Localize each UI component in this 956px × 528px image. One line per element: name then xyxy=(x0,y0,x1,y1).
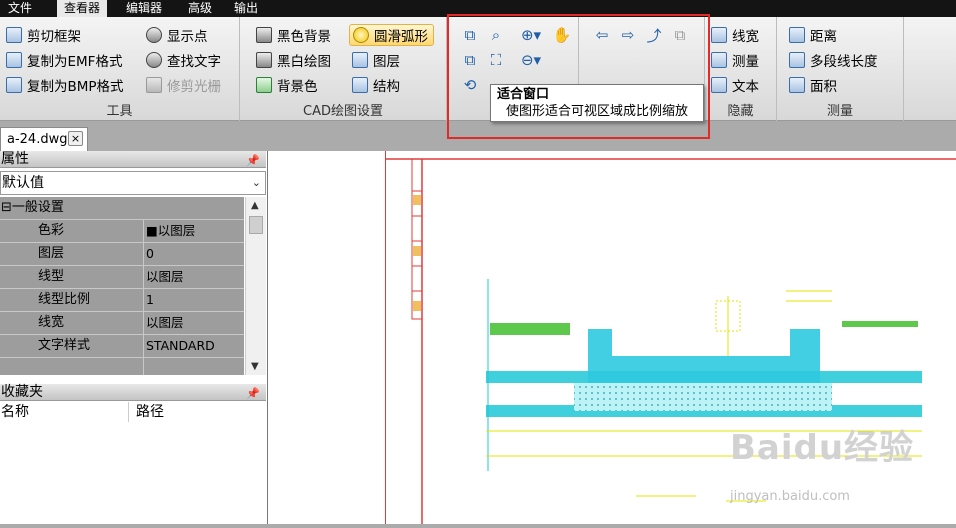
scroll-thumb[interactable] xyxy=(249,216,263,234)
black-background-button[interactable]: 黑色背景 xyxy=(256,24,331,46)
tab-advanced[interactable]: 高级 xyxy=(181,0,219,17)
tooltip: 适合窗口 使图形适合可视区域成比例缩放 xyxy=(490,84,704,122)
copy-emf-button[interactable]: 复制为EMF格式 xyxy=(6,49,122,71)
bmp-icon xyxy=(6,77,22,93)
left-panel: 属性 📌 默认值 ⌄ ⊟一般设置 色彩 ■以图层 图层 0 线型 以图层 线型比例 1 … xyxy=(0,151,268,524)
layers-icon xyxy=(352,52,368,68)
measure-toggle-icon xyxy=(711,52,727,68)
section-general[interactable]: ⊟一般设置 xyxy=(0,197,244,220)
group-tools-label: 工具 xyxy=(106,104,133,119)
line-width-icon xyxy=(711,27,727,43)
watermark-url: jingyan.baidu.com xyxy=(730,489,850,504)
structure-icon xyxy=(352,77,368,93)
distance-button[interactable]: 距离 xyxy=(789,24,837,46)
layers-button[interactable]: 图层 xyxy=(352,49,400,71)
structure-button[interactable]: 结构 xyxy=(352,74,400,96)
area-icon xyxy=(789,77,805,93)
show-points-button[interactable]: 显示点 xyxy=(146,24,208,46)
trim-raster-icon xyxy=(146,77,162,93)
copy-view-icon[interactable]: ⧉ xyxy=(669,24,691,46)
properties-scrollbar[interactable]: ▲ ▼ xyxy=(245,197,266,375)
line-width-button[interactable]: 线宽 xyxy=(711,24,759,46)
menu-bar: 文件 查看器 编辑器 高级 输出 xyxy=(0,0,956,17)
find-text-icon xyxy=(146,52,162,68)
text-toggle-button[interactable]: 文本 xyxy=(711,74,759,96)
black-white-button[interactable]: 黑白绘图 xyxy=(256,49,331,71)
table-row[interactable]: 图层 0 xyxy=(0,243,244,266)
tooltip-title: 适合窗口 xyxy=(497,87,550,102)
background-color-icon xyxy=(256,77,272,93)
zoom-out-dropdown-icon[interactable]: ⊖▾ xyxy=(515,49,547,71)
ribbon: 剪切框架 复制为EMF格式 复制为BMP格式 显示点 查找文字 修剪光栅 工具 … xyxy=(0,17,956,121)
group-cad-label: CAD绘图设置 xyxy=(303,104,383,119)
black-white-icon xyxy=(256,52,272,68)
emf-icon xyxy=(6,52,22,68)
copy-bmp-button[interactable]: 复制为BMP格式 xyxy=(6,74,124,96)
tab-editor[interactable]: 编辑器 xyxy=(119,0,169,17)
favorites-header: 名称 路径 xyxy=(0,402,266,422)
group-hidden-label: 隐藏 xyxy=(727,104,754,119)
group-measure-label: 测量 xyxy=(826,104,853,119)
column-name[interactable]: 名称 xyxy=(1,402,29,422)
text-toggle-icon xyxy=(711,77,727,93)
close-tab-icon[interactable]: × xyxy=(68,131,83,146)
table-row[interactable]: 文字样式 STANDARD xyxy=(0,335,244,358)
table-row[interactable]: 线型比例 1 xyxy=(0,289,244,312)
group-cad-settings: 黑色背景 黑白绘图 背景色 圆滑弧形 图层 结构 CAD绘图设置 xyxy=(240,17,447,121)
tab-output[interactable]: 输出 xyxy=(227,0,265,17)
tab-file[interactable]: 文件 xyxy=(1,0,39,17)
properties-panel-title: 属性 📌 xyxy=(0,151,266,168)
table-row[interactable]: 线型 以图层 xyxy=(0,266,244,289)
group-tools: 剪切框架 复制为EMF格式 复制为BMP格式 显示点 查找文字 修剪光栅 工具 xyxy=(0,17,240,121)
fit-window-icon[interactable]: ⛶ xyxy=(485,49,507,71)
arrow-right-icon[interactable]: ⇨ xyxy=(617,24,639,46)
table-row[interactable]: 色彩 ■以图层 xyxy=(0,220,244,243)
clip-frame-icon xyxy=(6,27,22,43)
distance-icon xyxy=(789,27,805,43)
watermark: Baidu经验 jingyan.baidu.com xyxy=(730,420,950,505)
background-color-button[interactable]: 背景色 xyxy=(256,74,318,96)
favorites-panel-title: 收藏夹 📌 xyxy=(0,384,266,401)
point-icon xyxy=(146,27,162,43)
zoom-extents-icon[interactable]: ⧉ xyxy=(459,49,481,71)
document-tab-label: a-24.dwg xyxy=(7,132,68,147)
rotate-icon[interactable]: ⤴ xyxy=(643,24,665,46)
pin-icon[interactable]: 📌 xyxy=(246,152,260,169)
find-text-button[interactable]: 查找文字 xyxy=(146,49,221,71)
tooltip-description: 使图形适合可视区域成比例缩放 xyxy=(506,104,689,119)
black-background-icon xyxy=(256,27,272,43)
scroll-down-icon[interactable]: ▼ xyxy=(251,361,259,372)
polyline-length-icon xyxy=(789,52,805,68)
measure-toggle-button[interactable]: 测量 xyxy=(711,49,759,71)
group-measure: 距离 多段线长度 面积 测量 xyxy=(777,17,904,121)
zoom-in-dropdown-icon[interactable]: ⊕▾ xyxy=(515,24,547,46)
table-row[interactable]: 线宽 以图层 xyxy=(0,312,244,335)
document-tab-strip: a-24.dwg × xyxy=(0,121,956,151)
tab-a24-dwg[interactable]: a-24.dwg × xyxy=(0,127,88,151)
watermark-brand: Baidu经验 xyxy=(730,428,915,468)
group-hidden: 线宽 测量 文本 隐藏 xyxy=(705,17,777,121)
area-button[interactable]: 面积 xyxy=(789,74,837,96)
properties-combo[interactable]: 默认值 ⌄ xyxy=(0,171,266,195)
column-path[interactable]: 路径 xyxy=(136,402,164,422)
scroll-up-icon[interactable]: ▲ xyxy=(251,200,259,211)
smooth-arc-icon xyxy=(353,27,369,43)
tab-viewer[interactable]: 查看器 xyxy=(57,0,108,17)
zoom-window-icon[interactable]: ⧉ xyxy=(459,24,481,46)
trim-raster-button[interactable]: 修剪光栅 xyxy=(146,74,221,96)
smooth-arc-button[interactable]: 圆滑弧形 xyxy=(349,24,434,46)
properties-table: ⊟一般设置 色彩 ■以图层 图层 0 线型 以图层 线型比例 1 线宽 以图层 文字样式 S… xyxy=(0,197,244,375)
3d-view-icon[interactable]: ⟲ xyxy=(459,74,481,96)
pan-hand-icon[interactable]: ✋ xyxy=(551,24,573,46)
zoom-magnifier-icon[interactable]: ⌕ xyxy=(485,24,507,46)
polyline-length-button[interactable]: 多段线长度 xyxy=(789,49,878,71)
pin-icon[interactable]: 📌 xyxy=(246,385,260,402)
clip-frame-button[interactable]: 剪切框架 xyxy=(6,24,81,46)
arrow-left-icon[interactable]: ⇦ xyxy=(591,24,613,46)
chevron-down-icon: ⌄ xyxy=(251,176,261,189)
